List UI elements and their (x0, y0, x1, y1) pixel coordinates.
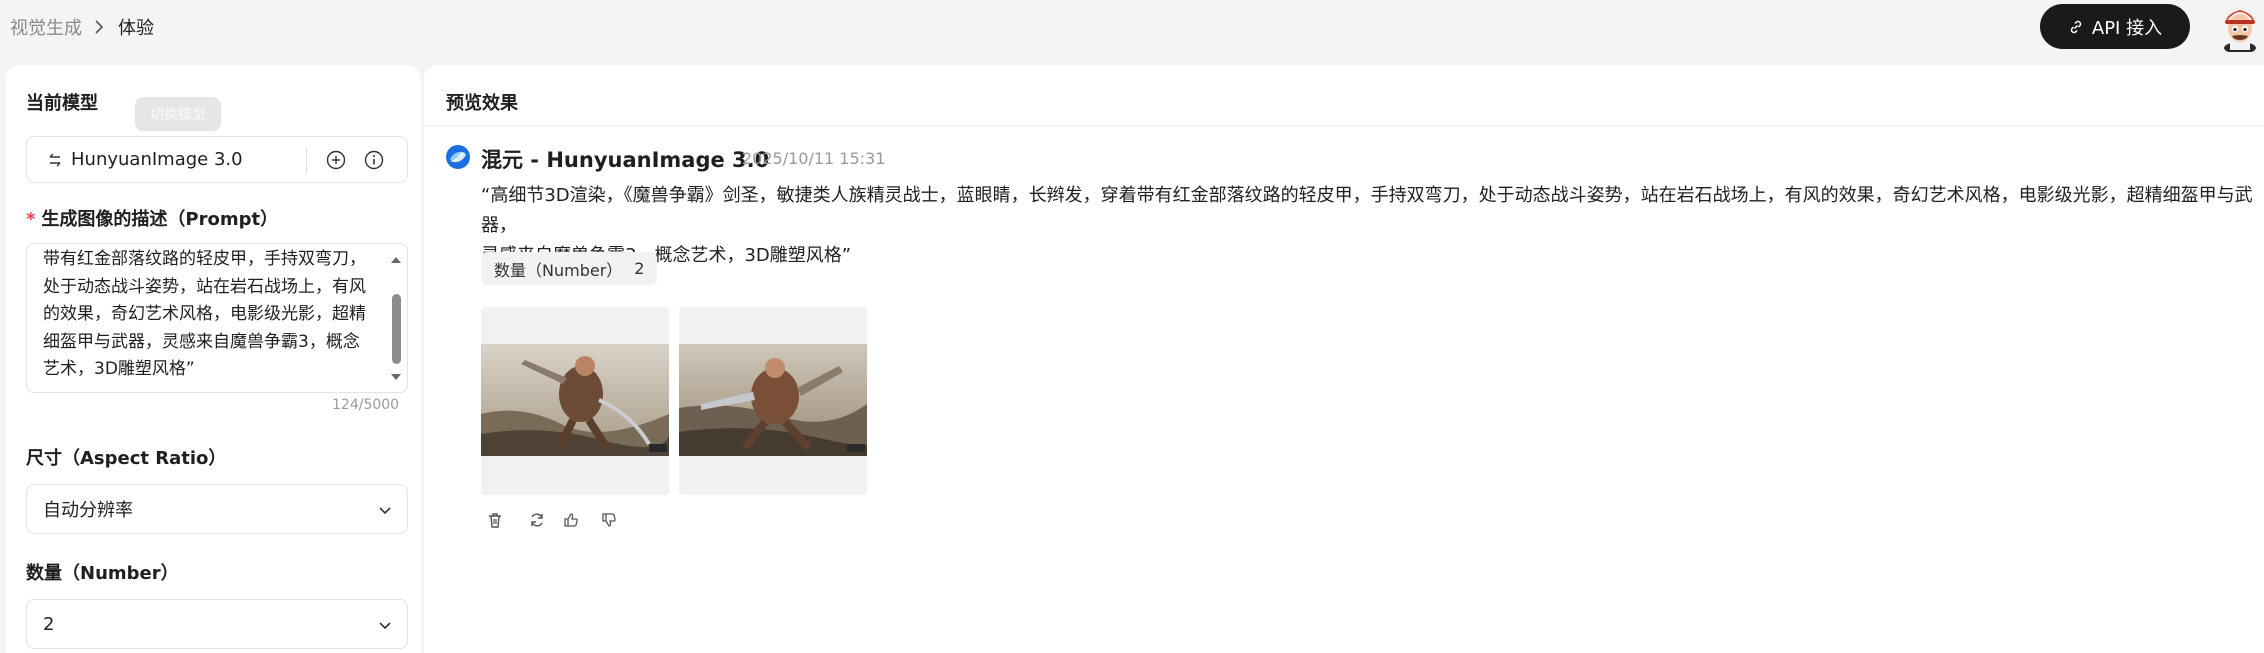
number-value: 2 (43, 613, 55, 635)
link-icon (2068, 19, 2084, 35)
switch-model-tooltip: 切换模型 (135, 97, 221, 131)
model-selector[interactable]: HunyuanImage 3.0 (26, 136, 408, 183)
preview-title: 预览效果 (446, 93, 518, 114)
scrollbar-thumb[interactable] (392, 294, 401, 364)
generated-image-1[interactable] (481, 307, 669, 495)
number-select[interactable]: 2 (26, 599, 408, 649)
thumbs-up-icon[interactable] (562, 511, 580, 529)
chevron-right-icon (94, 20, 104, 34)
chevron-down-icon (377, 502, 393, 518)
info-icon[interactable] (363, 149, 385, 171)
number-chip: 数量（Number） 2 (481, 252, 658, 285)
breadcrumb-current: 体验 (118, 18, 154, 39)
aspect-ratio-label: 尺寸（Aspect Ratio） (26, 448, 227, 469)
top-bar: 视觉生成 体验 API 接入 (0, 0, 2264, 64)
prompt-line: 带有红金部落纹路的轻皮甲，手持双弯刀， (43, 249, 366, 269)
prompt-line: 的效果，奇幻艺术风格，电影级光影，超精 (43, 304, 366, 324)
avatar[interactable] (2216, 2, 2264, 54)
number-label: 数量（Number） (26, 563, 179, 584)
settings-panel: 当前模型 切换模型 HunyuanImage 3.0 * 生成图像的描述（Prom… (6, 65, 421, 653)
aspect-ratio-value: 自动分辨率 (43, 500, 133, 521)
swap-icon[interactable] (47, 152, 63, 168)
result-timestamp: 2025/10/11 15:31 (742, 149, 886, 168)
prompt-line: 处于动态战斗姿势，站在岩石战场上，有风 (43, 276, 366, 297)
prompt-input[interactable]: 带有红金部落纹路的轻皮甲，手持双弯刀， 处于动态战斗姿势，站在岩石战场上，有风 … (26, 243, 408, 393)
result-prompt-text: “高细节3D渲染，《魔兽争霸》剑圣，敏捷类人族精灵战士，蓝眼睛，长辫发，穿着带有… (481, 181, 2264, 271)
prompt-label: * 生成图像的描述（Prompt） (26, 205, 278, 231)
number-chip-value: 2 (634, 259, 645, 278)
preview-panel: 预览效果 混元 - HunyuanImage 3.0 2025/10/11 15… (424, 65, 2264, 653)
divider (424, 125, 2264, 126)
prompt-line: 细盔甲与武器，灵感来自魔兽争霸3，概念 (43, 331, 360, 352)
model-name: HunyuanImage 3.0 (71, 149, 243, 170)
required-mark: * (26, 209, 36, 230)
prompt-line: 艺术，3D雕塑风格” (43, 359, 195, 379)
thumbs-down-icon[interactable] (600, 511, 618, 529)
result-prompt-line: 灵感来自魔兽争霸3，概念艺术，3D雕塑风格” (481, 245, 852, 266)
scroll-down-arrow[interactable] (389, 367, 403, 386)
refresh-icon[interactable] (528, 511, 546, 529)
chevron-down-icon (377, 617, 393, 633)
generated-image-2[interactable] (679, 307, 867, 495)
plus-circle-icon[interactable] (325, 149, 347, 171)
result-model-header: 混元 - HunyuanImage 3.0 (481, 148, 770, 172)
api-access-label: API 接入 (2091, 17, 2163, 39)
trash-icon[interactable] (486, 511, 504, 529)
number-chip-label: 数量（Number） (494, 260, 623, 280)
scroll-up-arrow[interactable] (389, 250, 403, 269)
prompt-label-text: 生成图像的描述（Prompt） (41, 209, 279, 230)
breadcrumb: 视觉生成 体验 (10, 14, 154, 40)
aspect-ratio-select[interactable]: 自动分辨率 (26, 484, 408, 534)
breadcrumb-parent[interactable]: 视觉生成 (10, 14, 82, 40)
divider (306, 147, 307, 174)
result-prompt-line: “高细节3D渲染，《魔兽争霸》剑圣，敏捷类人族精灵战士，蓝眼睛，长辫发，穿着带有… (481, 185, 2253, 236)
api-access-button[interactable]: API 接入 (2040, 4, 2190, 49)
prompt-char-counter: 124/5000 (332, 397, 400, 413)
current-model-label: 当前模型 (26, 93, 98, 114)
prompt-text[interactable]: 带有红金部落纹路的轻皮甲，手持双弯刀， 处于动态战斗姿势，站在岩石战场上，有风 … (43, 246, 383, 384)
hunyuan-logo-icon (446, 145, 470, 169)
